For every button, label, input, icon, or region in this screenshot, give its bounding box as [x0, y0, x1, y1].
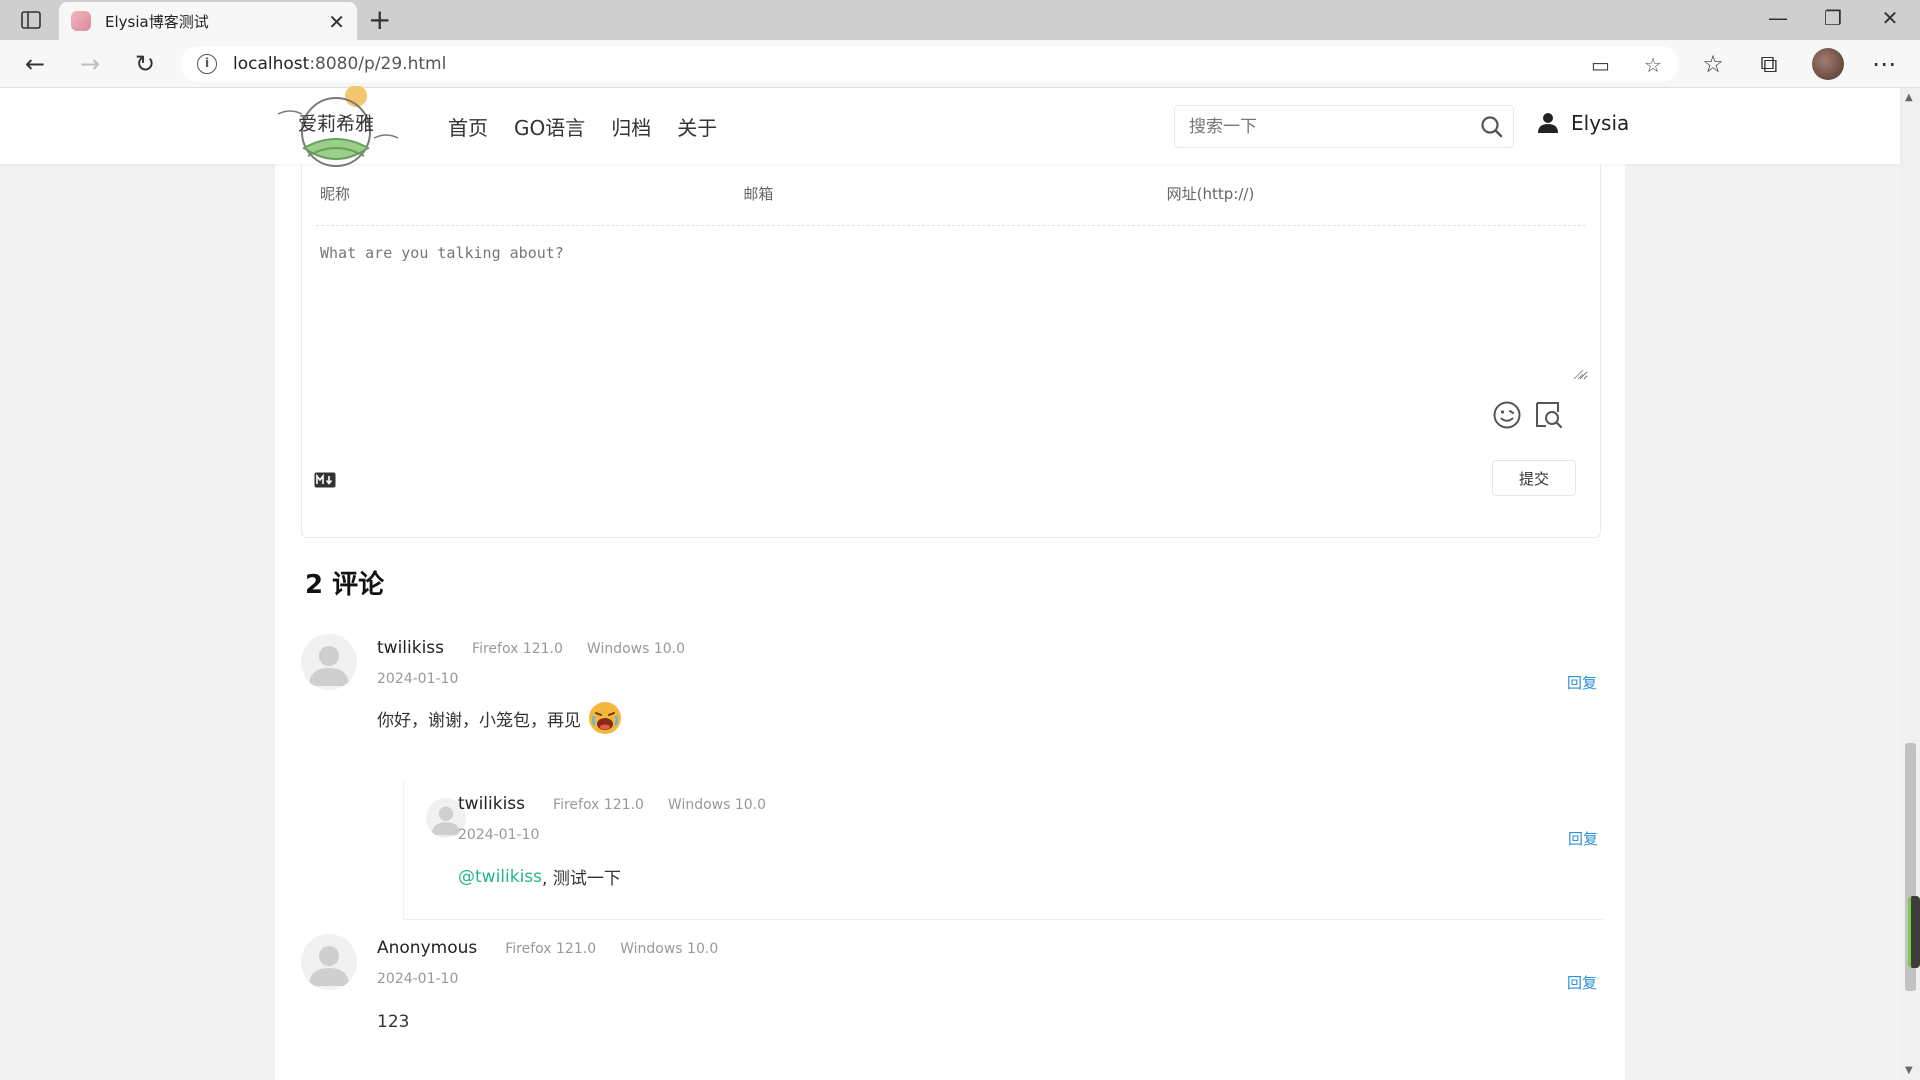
forward-icon[interactable]: → — [74, 50, 106, 78]
nested-reply: twilikiss Firefox 121.0 Windows 10.0 202… — [403, 780, 1603, 920]
more-menu-icon[interactable]: ⋯ — [1868, 50, 1900, 78]
search-input[interactable] — [1187, 115, 1467, 139]
preview-icon[interactable] — [1534, 400, 1564, 430]
crying-emoji-icon — [589, 702, 621, 734]
url-field[interactable]: i localhost:8080/p/29.html ▭ ☆ — [181, 46, 1679, 82]
markdown-icon[interactable] — [314, 472, 336, 488]
comment-count-heading: 2 评论 — [305, 570, 385, 600]
resize-handle-icon[interactable] — [1572, 368, 1584, 380]
tab-title: Elysia博客测试 — [105, 12, 209, 31]
comment-body: 123 — [377, 1012, 409, 1032]
comment-body: @twilikiss , 测试一下 — [458, 864, 621, 890]
read-aloud-icon[interactable]: ▭ — [1591, 53, 1610, 77]
nav-go[interactable]: GO语言 — [514, 112, 585, 141]
comment-text: 你好，谢谢，小笼包，再见 — [377, 710, 581, 731]
comment-item: twilikiss Firefox 121.0 Windows 10.0 202… — [301, 634, 1603, 934]
new-tab-button[interactable]: + — [368, 6, 391, 34]
comment-form: 提交 — [301, 164, 1601, 538]
browser-tab-bar: Elysia博客测试 ✕ + — ❐ ✕ — [0, 0, 1920, 40]
user-name: Elysia — [1571, 111, 1630, 135]
emoji-picker-icon[interactable] — [1492, 400, 1522, 430]
default-avatar-icon — [309, 946, 349, 986]
url-host: localhost — [233, 54, 310, 74]
comment-textarea[interactable] — [316, 240, 1588, 380]
comment-body: 你好，谢谢，小笼包，再见 — [377, 700, 623, 736]
profile-avatar[interactable] — [1812, 48, 1844, 80]
submit-button[interactable]: 提交 — [1492, 460, 1576, 496]
nav-about[interactable]: 关于 — [677, 112, 717, 141]
refresh-icon[interactable]: ↻ — [129, 50, 161, 78]
comment-text: 123 — [377, 1012, 410, 1032]
scroll-up-icon[interactable]: ▲ — [1905, 92, 1913, 103]
close-window-button[interactable]: ✕ — [1870, 6, 1910, 30]
comment-os: Windows 10.0 — [620, 941, 719, 957]
commenter-avatar — [301, 934, 357, 990]
comment-date: 2024-01-10 — [377, 671, 459, 687]
search-icon[interactable] — [1479, 114, 1505, 140]
commenter-avatar — [301, 634, 357, 690]
tab-actions-button[interactable] — [14, 7, 48, 33]
url-path: :8080/p/29.html — [309, 54, 447, 74]
scroll-down-icon[interactable]: ▼ — [1905, 1065, 1913, 1076]
back-icon[interactable]: ← — [19, 50, 51, 78]
comment-browser: Firefox 121.0 — [505, 941, 597, 957]
browser-tab-active[interactable]: Elysia博客测试 ✕ — [59, 2, 357, 40]
logo-text: 爱莉希雅 — [298, 113, 374, 135]
mention-link[interactable]: @twilikiss — [458, 867, 542, 887]
tab-favicon-icon — [71, 11, 91, 31]
main-nav: 首页 GO语言 归档 关于 — [448, 112, 743, 141]
comment-date: 2024-01-10 — [458, 827, 540, 843]
page-viewport: 爱莉希雅 首页 GO语言 归档 关于 Elysia — [0, 86, 1900, 1080]
nickname-field[interactable] — [316, 164, 740, 224]
comment-header: twilikiss Firefox 121.0 Windows 10.0 — [458, 794, 790, 814]
tab-close-icon[interactable]: ✕ — [328, 10, 345, 34]
page-scrollbar[interactable]: ▲ ▼ — [1900, 88, 1920, 1080]
comment-nick[interactable]: twilikiss — [377, 638, 444, 658]
comment-nick[interactable]: twilikiss — [458, 794, 525, 814]
collections-icon[interactable]: ⧉ — [1753, 50, 1785, 78]
search-box — [1174, 105, 1514, 148]
comment-meta-fields — [316, 164, 1586, 226]
comment-item: Anonymous Firefox 121.0 Windows 10.0 202… — [301, 934, 1601, 1054]
nav-home[interactable]: 首页 — [448, 112, 488, 141]
comment-header: twilikiss Firefox 121.0 Windows 10.0 — [377, 638, 709, 658]
reply-button[interactable]: 回复 — [1568, 828, 1598, 849]
nav-archive[interactable]: 归档 — [611, 112, 651, 141]
email-field[interactable] — [739, 164, 1163, 224]
default-avatar-icon — [309, 646, 349, 686]
favorites-icon[interactable]: ☆ — [1697, 50, 1729, 78]
add-favorite-icon[interactable]: ☆ — [1644, 53, 1662, 77]
website-field[interactable] — [1162, 164, 1586, 224]
comment-nick[interactable]: Anonymous — [377, 938, 477, 958]
comment-text: , 测试一下 — [542, 869, 621, 889]
restore-button[interactable]: ❐ — [1813, 6, 1853, 30]
post-content: 提交 2 评论 twilikiss Firefox 121.0 Windows … — [275, 164, 1625, 1080]
comment-browser: Firefox 121.0 — [553, 797, 644, 813]
comment-date: 2024-01-10 — [377, 971, 459, 987]
comment-browser: Firefox 121.0 — [472, 641, 563, 657]
browser-address-bar: ← → ↻ i localhost:8080/p/29.html ▭ ☆ ☆ ⧉… — [0, 40, 1920, 88]
site-info-icon[interactable]: i — [197, 54, 217, 74]
user-menu[interactable]: Elysia — [1537, 111, 1629, 135]
comment-header: Anonymous Firefox 121.0 Windows 10.0 — [377, 938, 742, 958]
comment-os: Windows 10.0 — [586, 641, 686, 657]
tab-actions-icon — [21, 11, 41, 29]
comment-os: Windows 10.0 — [667, 797, 767, 813]
user-icon — [1538, 113, 1558, 133]
reply-button[interactable]: 回复 — [1567, 672, 1597, 693]
url-text: localhost:8080/p/29.html — [233, 54, 446, 74]
reply-button[interactable]: 回复 — [1567, 972, 1597, 993]
side-widget[interactable] — [1908, 896, 1920, 968]
minimize-button[interactable]: — — [1758, 6, 1798, 30]
site-header: 爱莉希雅 首页 GO语言 归档 关于 Elysia — [0, 86, 1900, 167]
site-logo[interactable]: 爱莉希雅 — [276, 86, 401, 170]
